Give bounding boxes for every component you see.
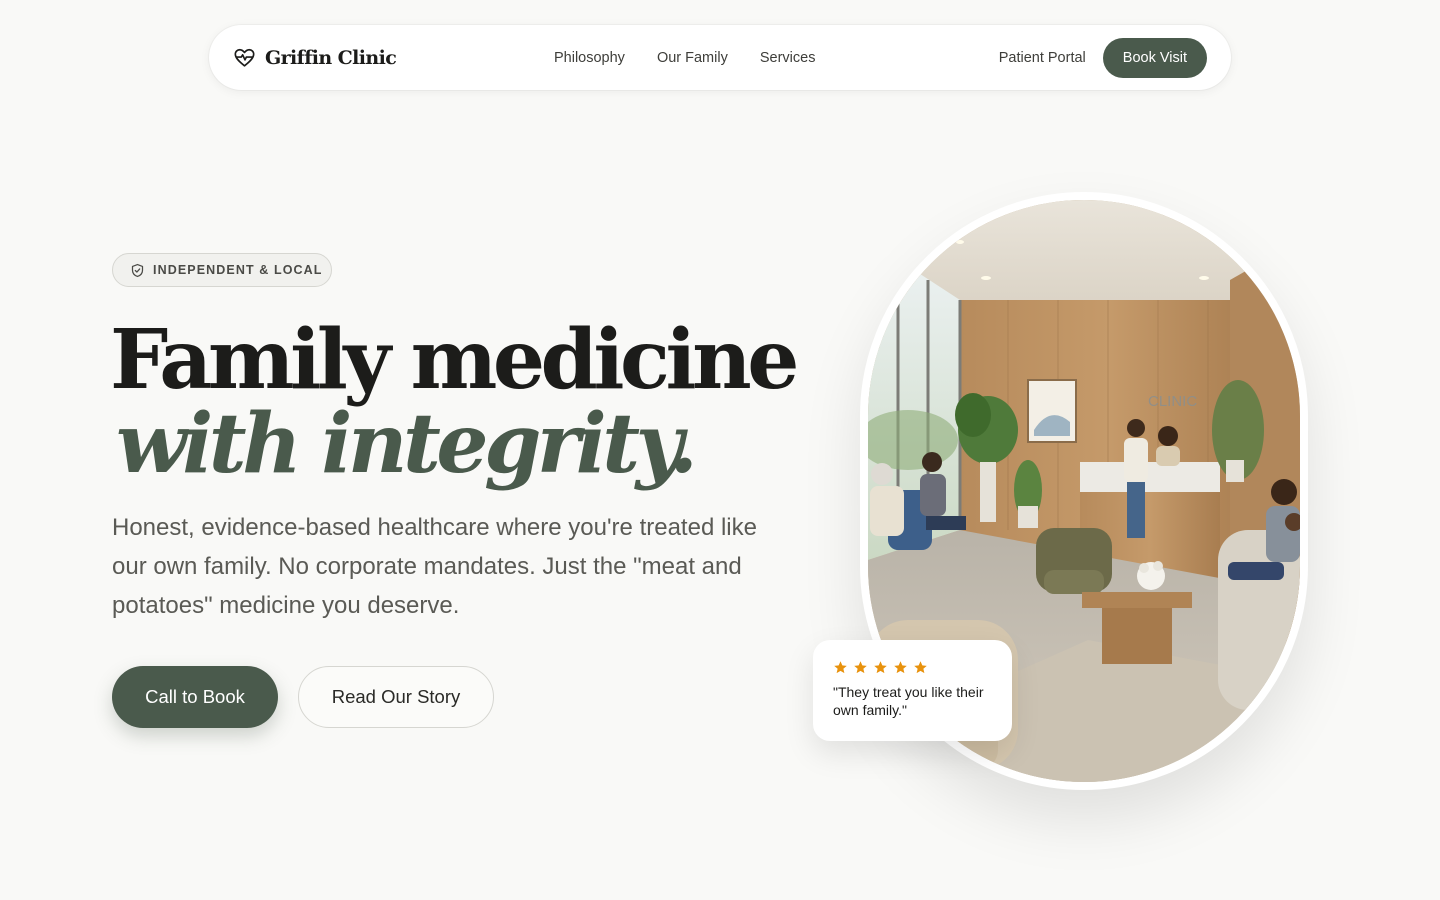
star-icon [914,661,927,674]
star-rating [833,660,992,675]
review-card: "They treat you like their own family." [813,640,1012,741]
star-icon [894,661,907,674]
patient-portal-link[interactable]: Patient Portal [999,50,1086,66]
headline-line-2: with integrity. [116,396,698,492]
nav-link-our-family[interactable]: Our Family [657,50,728,66]
book-visit-button[interactable]: Book Visit [1102,37,1207,78]
independent-local-badge: INDEPENDENT & LOCAL [112,253,332,287]
nav-link-philosophy[interactable]: Philosophy [554,50,625,66]
star-icon [854,661,867,674]
heart-pulse-icon [234,48,255,67]
star-icon [834,661,847,674]
nav-link-services[interactable]: Services [760,50,816,66]
badge-text: INDEPENDENT & LOCAL [153,263,323,277]
top-navbar: Griffin Clinic Philosophy Our Family Ser… [209,25,1231,90]
read-our-story-button[interactable]: Read Our Story [298,666,494,728]
brand-name: Griffin Clinic [265,46,397,69]
clinic-wall-sign: CLINIC [1148,393,1197,410]
nav-actions: Patient Portal Book Visit [999,25,1207,90]
call-to-book-button[interactable]: Call to Book [112,666,278,728]
review-quote: "They treat you like their own family." [833,684,984,718]
nav-links: Philosophy Our Family Services [554,25,815,90]
star-icon [874,661,887,674]
hero-subtext: Honest, evidence-based healthcare where … [112,514,757,619]
brand-logo[interactable]: Griffin Clinic [233,46,397,69]
hero-headline: Family medicine with integrity. [110,312,830,492]
headline-line-1: Family medicine [110,312,799,408]
shield-check-icon [131,263,144,277]
